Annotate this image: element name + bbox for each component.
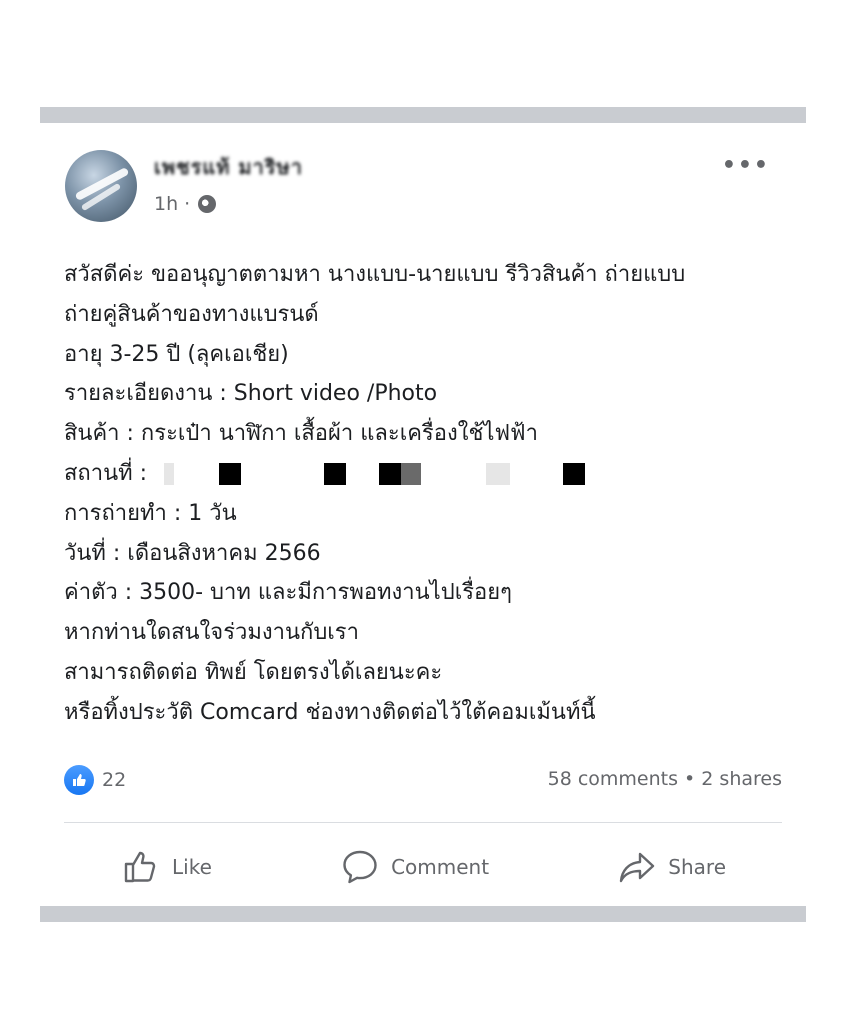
feed-separator-top (40, 107, 806, 123)
engagement-stats[interactable]: 58 comments • 2 shares (548, 768, 782, 790)
redaction-mark (563, 462, 586, 485)
redaction-mark (379, 462, 402, 485)
post-line: อายุ 3-25 ปี (ลุคเอเชีย) (64, 341, 289, 367)
location-label: สถานที่ : (64, 460, 148, 486)
share-button[interactable]: Share (618, 848, 726, 886)
feed-separator-bottom (40, 906, 806, 922)
post-line: หรือทิ้งประวัติ Comcard ช่องทางติดต่อไว้… (64, 699, 596, 725)
comment-icon (343, 850, 377, 884)
post-line: ค่าตัว : 3500- บาท และมีการพอทงานไปเรื่อ… (64, 580, 512, 606)
post-time[interactable]: 1h · (154, 193, 190, 215)
avatar[interactable] (65, 150, 137, 222)
post-body: สวัสดีค่ะ ขออนุญาตตามหา นางแบบ-นายแบบ รี… (64, 255, 794, 733)
like-button[interactable]: Like (122, 848, 212, 886)
share-icon (620, 852, 655, 883)
post-line: รายละเอียดงาน : Short video /Photo (64, 381, 438, 407)
facebook-post: เพชรแท้ มาริษา 1h · ••• สวัสดีค่ะ ขออนุญ… (40, 123, 806, 906)
comment-button[interactable]: Comment (341, 848, 489, 886)
redaction-mark (324, 462, 347, 485)
redaction-mark (401, 462, 422, 485)
redaction-mark (486, 462, 511, 485)
like-label: Like (172, 855, 212, 879)
thumbs-up-icon (124, 851, 156, 883)
location-line: สถานที่ : (64, 454, 794, 494)
reaction-count: 22 (102, 769, 127, 791)
share-label: Share (668, 855, 726, 879)
action-bar: Like Comment Share (64, 840, 782, 894)
globe-icon (198, 195, 217, 213)
divider (64, 822, 782, 823)
post-meta: 1h · (154, 193, 217, 215)
post-line: ถ่ายคู่สินค้าของทางแบรนด์ (64, 301, 319, 327)
like-reaction-icon (64, 765, 94, 795)
post-line: สินค้า : กระเป๋า นาฬิกา เสื้อผ้า และเครื… (64, 421, 538, 447)
more-options-icon[interactable]: ••• (722, 153, 770, 178)
post-line: หากท่านใดสนใจร่วมงานกับเรา (64, 620, 359, 646)
post-line: สวัสดีค่ะ ขออนุญาตตามหา นางแบบ-นายแบบ รี… (64, 262, 686, 287)
comment-label: Comment (391, 855, 490, 879)
post-line: การถ่ายทำ : 1 วัน (64, 500, 237, 526)
post-line: สามารถติดต่อ ทิพย์ โดยตรงได้เลยนะคะ (64, 659, 443, 685)
post-line: วันที่ : เดือนสิงหาคม 2566 (64, 540, 321, 566)
reactions-summary[interactable]: 22 (64, 765, 126, 795)
redaction-mark (164, 462, 175, 485)
author-name[interactable]: เพชรแท้ มาริษา (154, 151, 303, 183)
redaction-mark (219, 462, 242, 485)
